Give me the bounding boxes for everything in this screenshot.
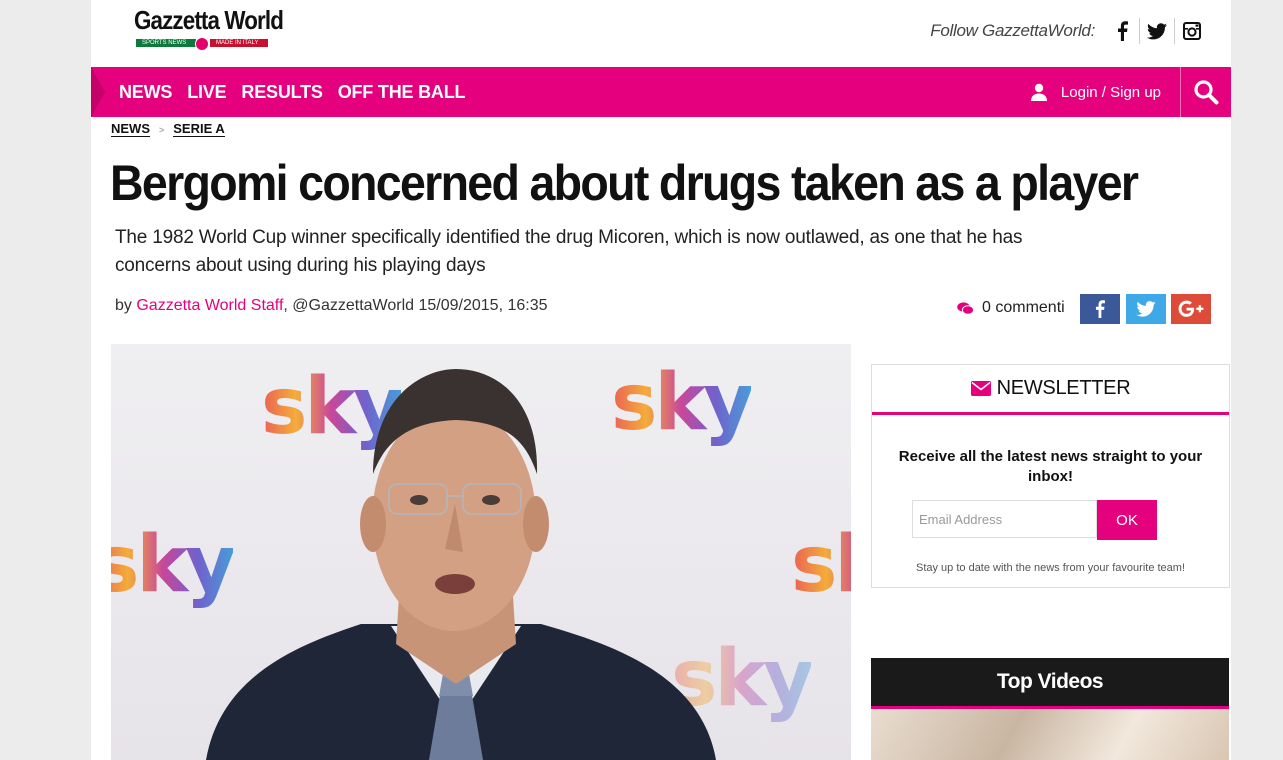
newsletter-heading: NEWSLETTER xyxy=(872,365,1229,415)
twitter-icon[interactable] xyxy=(1139,18,1174,44)
facebook-icon xyxy=(1095,300,1105,318)
logo-ribbon: SPORTS NEWS MADE IN ITALY xyxy=(136,37,268,51)
nav-arrow-icon xyxy=(91,67,105,117)
email-field[interactable]: Email Address xyxy=(912,500,1097,538)
follow-bar: Follow GazzettaWorld: xyxy=(930,18,1209,44)
nav-item-live[interactable]: LIVE xyxy=(187,82,226,103)
user-icon xyxy=(1030,83,1047,101)
comments-link[interactable]: 0 commenti xyxy=(957,299,1065,317)
article-title: Bergomi concerned about drugs taken as a… xyxy=(110,155,1139,211)
instagram-icon[interactable] xyxy=(1174,18,1209,44)
comments-icon xyxy=(957,301,974,315)
author-link[interactable]: Gazzetta World Staff xyxy=(136,297,283,314)
share-google-plus-button[interactable] xyxy=(1171,294,1211,324)
article-hero-image: sky sky sky sky sky xyxy=(111,344,851,760)
twitter-icon xyxy=(1136,301,1156,317)
facebook-icon[interactable] xyxy=(1105,18,1139,44)
newsletter-heading-label: NEWSLETTER xyxy=(996,377,1131,399)
newsletter-widget: NEWSLETTER Receive all the latest news s… xyxy=(871,364,1230,588)
video-thumbnail[interactable] xyxy=(871,709,1229,760)
nav-item-news[interactable]: NEWS xyxy=(119,82,172,103)
breadcrumb-news[interactable]: NEWS xyxy=(111,122,150,137)
follow-label: Follow GazzettaWorld: xyxy=(930,21,1095,40)
breadcrumb-serie-a[interactable]: SERIE A xyxy=(173,122,225,137)
breadcrumb-separator-icon: > xyxy=(159,124,165,135)
page: Gazzetta World SPORTS NEWS MADE IN ITALY… xyxy=(91,0,1231,760)
newsletter-submit-button[interactable]: OK xyxy=(1097,500,1157,540)
logo-seal-icon xyxy=(195,37,209,51)
share-twitter-button[interactable] xyxy=(1126,294,1166,324)
byline-by: by xyxy=(115,297,132,314)
logo-tag-right: MADE IN ITALY xyxy=(216,40,259,46)
article-subtitle: The 1982 World Cup winner specifically i… xyxy=(115,227,1023,276)
nav-item-results[interactable]: RESULTS xyxy=(241,82,322,103)
byline: by Gazzetta World Staff, @GazzettaWorld … xyxy=(115,297,548,315)
top-videos-heading: Top Videos xyxy=(871,658,1229,709)
logo-text: Gazzetta World xyxy=(134,5,284,35)
login-signup-link[interactable]: Login / Sign up xyxy=(1030,67,1161,117)
site-logo[interactable]: Gazzetta World SPORTS NEWS MADE IN ITALY xyxy=(134,5,284,51)
breadcrumb: NEWS > SERIE A xyxy=(111,122,225,137)
logo-tag-left: SPORTS NEWS xyxy=(142,40,187,46)
search-button[interactable] xyxy=(1180,67,1231,117)
person-photo xyxy=(206,369,716,760)
login-label: Login / Sign up xyxy=(1060,83,1161,101)
envelope-icon xyxy=(970,381,991,396)
byline-handle-date: , @GazzettaWorld 15/09/2015, 16:35 xyxy=(283,297,548,314)
share-facebook-button[interactable] xyxy=(1080,294,1120,324)
newsletter-note: Stay up to date with the news from your … xyxy=(915,562,1186,574)
newsletter-text: Receive all the latest news straight to … xyxy=(898,448,1203,485)
comments-count: 0 commenti xyxy=(982,299,1065,316)
google-plus-icon xyxy=(1178,300,1204,317)
top-videos-widget: Top Videos xyxy=(871,658,1229,760)
nav-item-off-the-ball[interactable]: OFF THE BALL xyxy=(338,82,466,103)
main-nav: NEWS LIVE RESULTS OFF THE BALL Login / S… xyxy=(91,67,1231,117)
search-icon xyxy=(1194,80,1219,105)
